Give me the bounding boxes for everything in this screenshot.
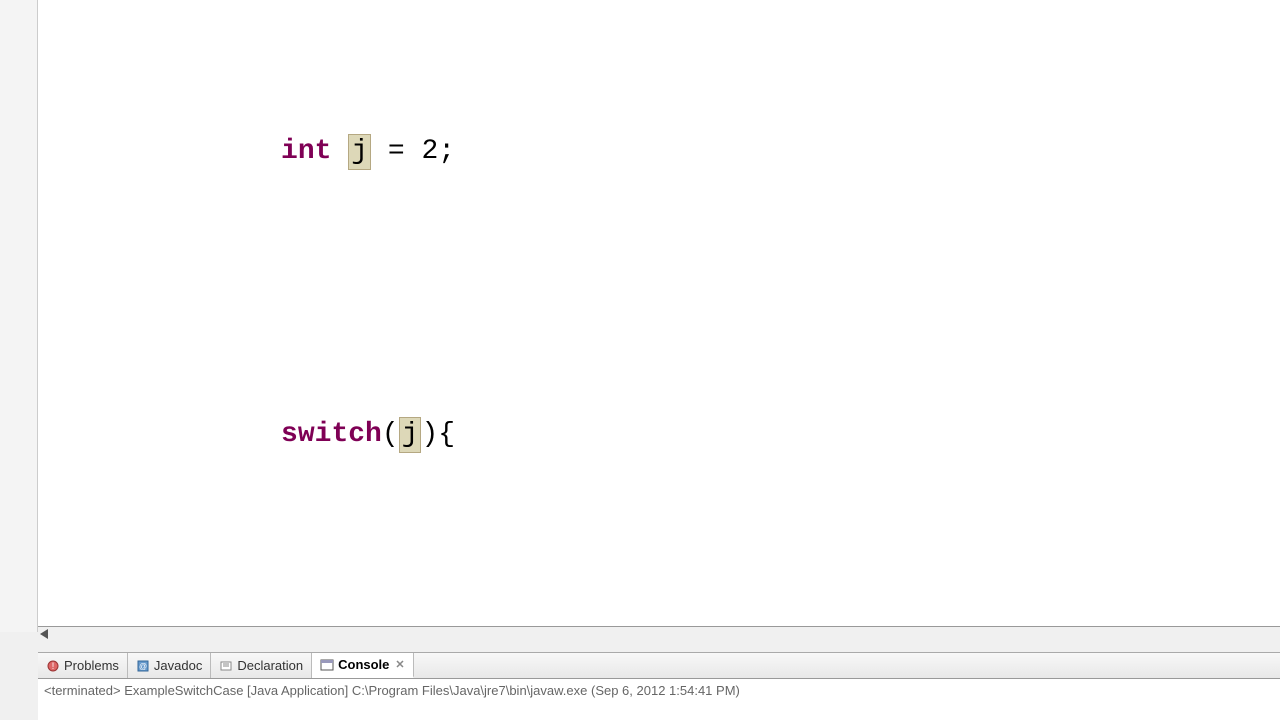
tab-problems[interactable]: ! Problems — [38, 653, 128, 678]
tab-javadoc[interactable]: @ Javadoc — [128, 653, 211, 678]
horizontal-scrollbar[interactable] — [38, 626, 1280, 646]
declaration-icon — [219, 659, 233, 673]
var-j-declaration: j — [348, 134, 371, 170]
close-icon[interactable]: ✕ — [395, 658, 404, 671]
tab-console[interactable]: Console ✕ — [312, 653, 414, 678]
folding-strip[interactable] — [82, 0, 94, 632]
tab-label: Javadoc — [154, 658, 202, 673]
keyword-switch: switch — [281, 419, 382, 450]
code-editor[interactable]: int j = 2; switch(j){ case 0: System.out… — [38, 0, 1280, 632]
line-number-gutter — [0, 0, 38, 632]
problems-icon: ! — [46, 659, 60, 673]
keyword-int: int — [281, 136, 331, 167]
console-icon — [320, 658, 334, 672]
source-code[interactable]: int j = 2; switch(j){ case 0: System.out… — [113, 10, 1104, 632]
svg-text:!: ! — [52, 661, 55, 671]
view-tab-bar: ! Problems @ Javadoc Declaration Console… — [38, 653, 1280, 679]
tab-label: Declaration — [237, 658, 303, 673]
console-status-text: <terminated> ExampleSwitchCase [Java App… — [38, 679, 1280, 702]
tab-declaration[interactable]: Declaration — [211, 653, 312, 678]
tab-label: Problems — [64, 658, 119, 673]
tab-label: Console — [338, 657, 389, 672]
scroll-left-icon[interactable] — [40, 629, 48, 639]
var-j-usage: j — [399, 417, 422, 453]
javadoc-icon: @ — [136, 659, 150, 673]
svg-text:@: @ — [139, 662, 147, 671]
bottom-panel: ! Problems @ Javadoc Declaration Console… — [38, 652, 1280, 720]
